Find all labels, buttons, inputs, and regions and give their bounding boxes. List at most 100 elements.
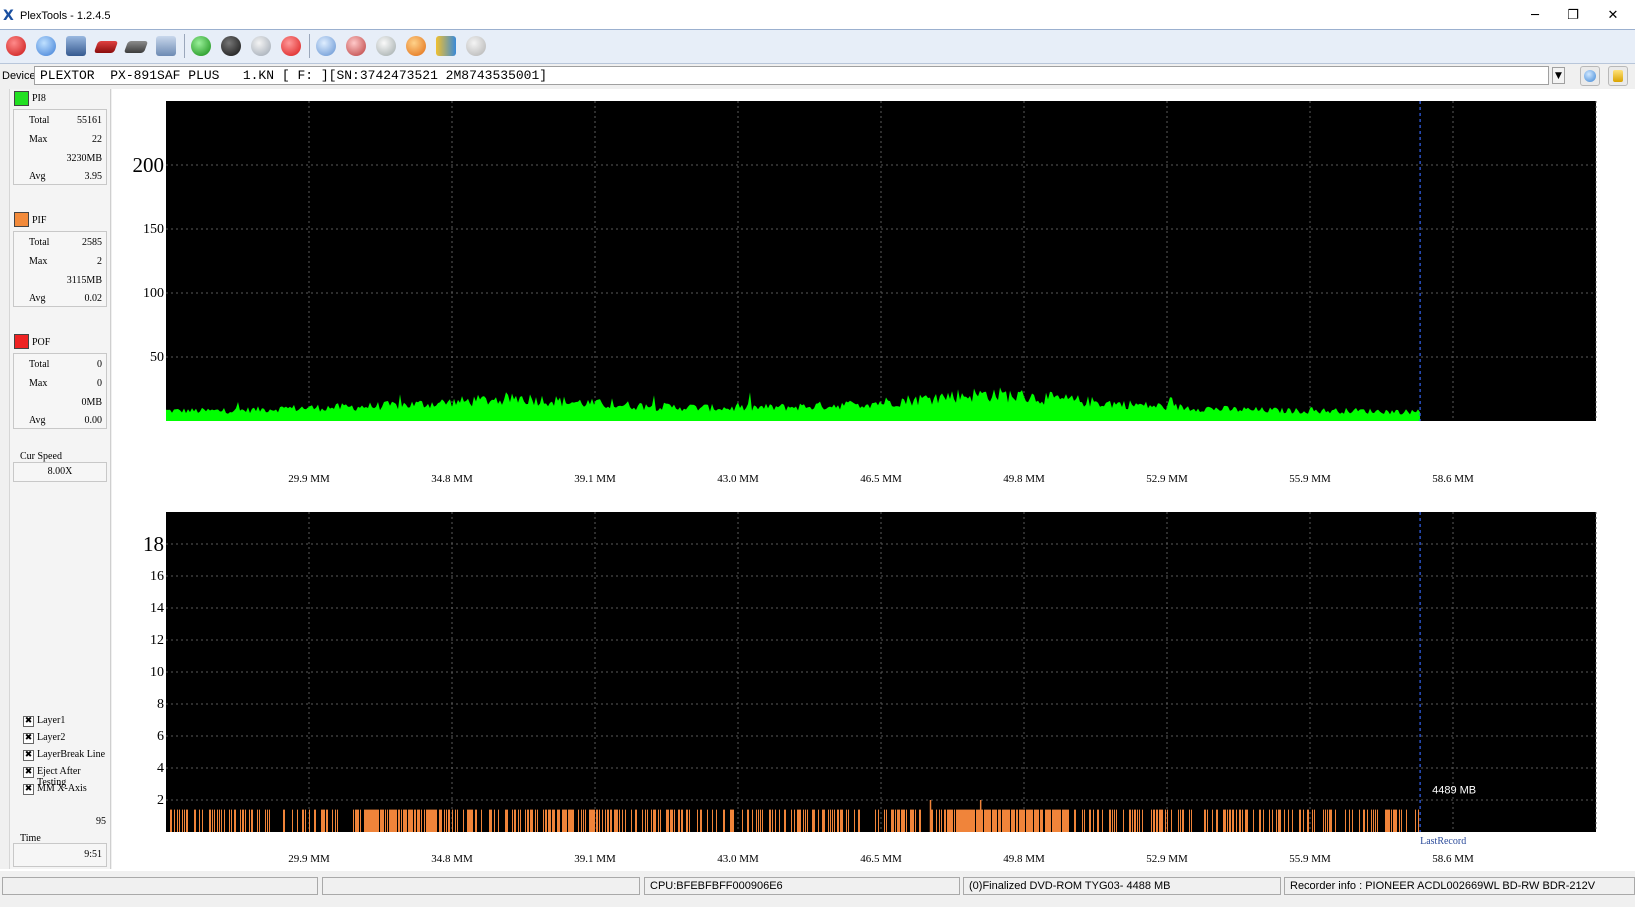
refresh-icon[interactable] (191, 36, 211, 56)
close-button[interactable]: ✕ (1598, 6, 1628, 26)
stop-icon[interactable] (281, 36, 301, 56)
layerbreak-checkbox[interactable]: ✖ (23, 750, 34, 761)
pif-bar (1062, 809, 1063, 832)
pif-bar (355, 809, 356, 832)
pif-bar (327, 809, 328, 832)
layer2-checkbox[interactable]: ✖ (23, 733, 34, 744)
pif-bar (210, 809, 211, 832)
pif-bar (625, 809, 626, 832)
disc-red-icon[interactable] (93, 41, 119, 53)
pif-bar (884, 809, 885, 832)
burn-disc-icon[interactable] (346, 36, 366, 56)
pif-bar (1040, 809, 1041, 832)
disc-blue-icon[interactable] (316, 36, 336, 56)
eject-icon[interactable] (251, 36, 271, 56)
book-icon[interactable] (436, 36, 456, 56)
pof-total-value: 0 (97, 359, 102, 370)
pif-bar (489, 809, 490, 832)
pof-avg-label: Avg (29, 415, 46, 426)
pif-bar (984, 809, 985, 832)
pif-bar (805, 809, 806, 832)
pif-bar (1178, 809, 1179, 832)
pif-bar (605, 809, 606, 832)
pif-bar (660, 809, 661, 832)
speed-label: Cur Speed (20, 451, 62, 462)
pif-bar (1065, 809, 1066, 832)
disc-gray-icon[interactable] (123, 41, 149, 53)
pif-bar (589, 809, 590, 832)
time-value: 9:51 (84, 849, 102, 860)
pif-bar (1167, 809, 1168, 832)
refresh-device-button[interactable] (1580, 66, 1600, 86)
print-icon[interactable] (156, 36, 176, 56)
pif-bar (731, 809, 732, 832)
pif-bar (611, 809, 612, 832)
pif-bar (1034, 809, 1035, 832)
drive-info-icon[interactable] (36, 36, 56, 56)
pif-bar (1308, 809, 1309, 832)
pif-bar (1102, 809, 1103, 832)
pif-bar (1056, 809, 1057, 832)
pif-bar (1331, 809, 1332, 832)
settings-icon[interactable] (466, 36, 486, 56)
device-select[interactable]: PLEXTOR PX-891SAF PLUS 1.KN [ F: ][SN:37… (34, 66, 1549, 85)
pif-bar (920, 809, 921, 832)
pif-bar (752, 809, 753, 832)
pif-bar (994, 809, 995, 832)
pif-bar (591, 809, 592, 832)
pif-bar (578, 809, 579, 832)
lock-button[interactable] (1608, 66, 1628, 86)
pif-bar (686, 809, 687, 832)
pif-bar (1052, 809, 1053, 832)
cd-drive-icon[interactable] (221, 36, 241, 56)
pof-max-value: 0 (97, 378, 102, 389)
last-record-label: LastRecord (1420, 836, 1466, 847)
pif-bar (784, 809, 785, 832)
pif-bar (1110, 809, 1111, 832)
pif-bar (794, 809, 795, 832)
record-icon[interactable] (376, 36, 396, 56)
mm-xaxis-checkbox[interactable]: ✖ (23, 784, 34, 795)
status-progress (2, 877, 318, 895)
pif-bar (1399, 809, 1400, 832)
pif-bar (818, 809, 819, 832)
eject-after-checkbox[interactable]: ✖ (23, 767, 34, 778)
maximize-button[interactable]: ❐ (1558, 6, 1588, 26)
status-bar: CPU:BFEBFBFF000906E6 (0)Finalized DVD-RO… (0, 871, 1635, 907)
pif-max-value: 2 (97, 256, 102, 267)
layer1-checkbox[interactable]: ✖ (23, 716, 34, 727)
pif-bar (214, 809, 215, 832)
pif-bar (898, 809, 899, 832)
pif-bar (947, 809, 948, 832)
pof-max-label: Max (29, 378, 48, 389)
pif-bar (1396, 809, 1397, 832)
flame-icon[interactable] (406, 36, 426, 56)
pif-bar (396, 809, 397, 832)
pif-bar (1375, 809, 1376, 832)
pif-bar (356, 809, 357, 832)
power-icon[interactable] (6, 36, 26, 56)
pif-bar (1047, 809, 1048, 832)
pif-bar (1132, 809, 1133, 832)
pif-bar (840, 809, 841, 832)
pif-bar (957, 809, 958, 832)
pif-bar (1233, 809, 1234, 832)
chart-2-y-tick-label: 16 (150, 569, 164, 584)
chevron-down-icon[interactable]: ▼ (1552, 67, 1565, 84)
pif-bar (1373, 809, 1374, 832)
minimize-button[interactable]: ─ (1520, 6, 1550, 26)
pif-bar (378, 809, 379, 832)
pif-bar (1002, 809, 1003, 832)
chart-2-y-tick-label: 10 (150, 665, 164, 680)
pif-bar (1217, 809, 1218, 832)
pif-bar (382, 809, 383, 832)
pif-bar (1303, 809, 1304, 832)
pif-bar (415, 809, 416, 832)
pif-bar (1093, 809, 1094, 832)
pif-bar (1035, 809, 1036, 832)
pif-max-bar (929, 800, 932, 832)
pif-bar (1227, 809, 1228, 832)
scan-icon[interactable] (66, 36, 86, 56)
pif-bar (559, 809, 560, 832)
pif-bar (682, 809, 683, 832)
